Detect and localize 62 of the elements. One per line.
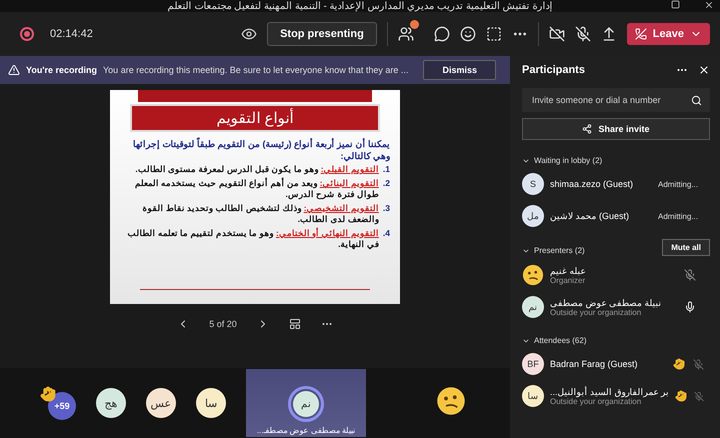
share-screen-icon[interactable] [600,26,617,42]
participant-role: Outside your organization [550,308,642,316]
raised-hand-icon [675,390,688,402]
close-icon[interactable] [704,0,714,10]
emoji-face-icon [436,386,466,416]
avatar: نم [293,391,319,417]
avatar: هج [96,388,126,418]
speaker-name: نبيلة مصطفى عوض مصطفـ... [256,426,356,435]
section-header[interactable]: Waiting in lobby (2) [522,156,602,165]
meeting-timer: 02:14:42 [50,28,93,40]
raised-hand-icon [673,358,685,370]
participant-role: Outside your organization [550,396,642,406]
recording-icon [20,27,34,41]
hang-up-icon [634,28,647,40]
leave-button[interactable]: Leave [626,23,710,45]
share-icon [582,124,592,134]
slide-title: أنواع التقويم [130,104,380,132]
emoji-face-icon [522,264,544,286]
mic-icon[interactable] [684,301,696,313]
section-header[interactable]: Attendees (62) [522,336,586,345]
window-title: إدارة تفتيش التعليمية تدريب مديري المدارس الإعدادية - التنمية المهنية لتفعيل مجتمعات التعلم [168,2,552,12]
stop-presenting-button[interactable]: Stop presenting [267,22,377,46]
participant-status: Admitting... [658,180,698,188]
participant-name: نبيلة مصطفى عوض مصطفى [550,298,663,308]
avatar: BF [522,353,544,375]
search-box[interactable]: Invite someone or dial a number [522,88,710,112]
participant-status: Admitting... [658,212,698,220]
avatar: عس [146,388,176,418]
avatar: سا [196,388,226,418]
notification-badge [410,20,419,29]
slide-intro: يمكننا أن نميز أربعة أنواع (رئيسة) من التقويم طبقاً لتوقيتات إجرائها وهي كالتالي: [132,138,390,162]
raised-hand-icon [40,386,56,402]
panel-title: Participants [522,64,586,76]
overflow-count[interactable]: +59 [48,392,76,420]
reactions-icon[interactable] [460,26,476,42]
avatar: سا [522,385,544,407]
participant-role: Organizer [550,276,586,284]
avatar: مل [522,205,544,227]
banner-title: You're recording [26,65,97,75]
participants-icon[interactable] [398,26,414,42]
slides-overview-icon[interactable] [288,318,301,330]
participant-name: shimaa.zezo (Guest) [550,179,634,189]
maximize-icon[interactable] [671,0,680,9]
avatar: نم [522,296,544,318]
banner-message: You are recording this meeting. Be sure to let everyone know that they are ... [103,65,410,75]
participant-name: ...بر عمرالفاروق السيد أبوالنيل [550,386,670,396]
mute-all-button[interactable]: Mute all [662,239,710,256]
chat-icon[interactable] [434,26,450,42]
participant-name: عبله غنيم [550,266,587,276]
camera-off-icon[interactable] [548,26,565,42]
avatar: S [522,173,544,195]
participant-name: محمد لاشين (Guest) [550,211,630,221]
search-icon[interactable] [691,94,702,106]
search-field[interactable]: Invite someone or dial a number [530,94,691,106]
slide-counter: 5 of 20 [209,319,237,329]
participant-name: Badran Farag (Guest) [550,359,639,369]
dismiss-button[interactable]: Dismiss [423,60,496,80]
share-invite-button[interactable]: Share invite [522,118,710,140]
close-icon[interactable] [698,64,710,76]
warning-icon [8,64,20,76]
eye-icon[interactable] [241,26,258,42]
section-header[interactable]: Presenters (2) [522,246,585,255]
